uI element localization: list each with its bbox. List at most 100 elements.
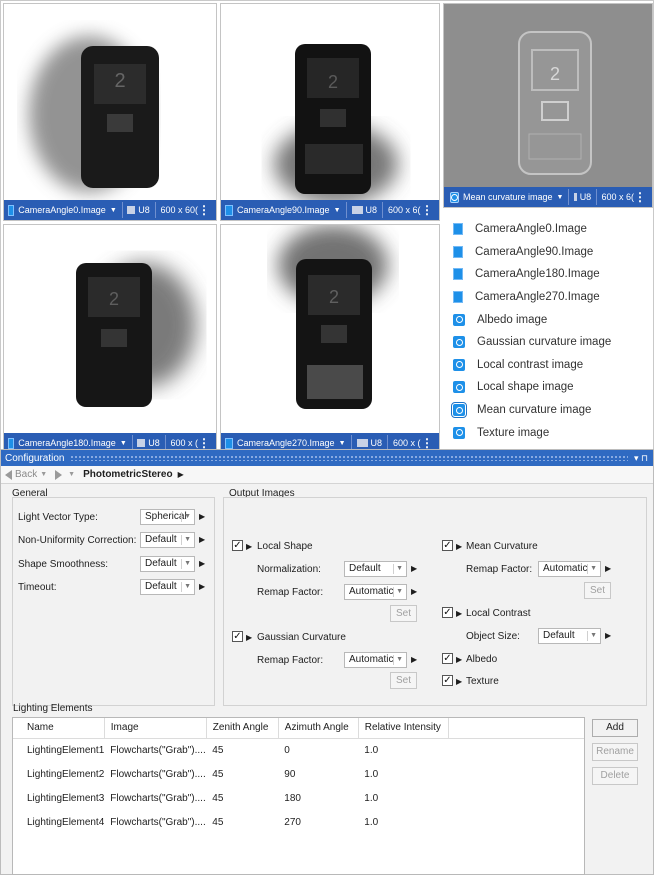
normalization-select[interactable]: Default ▼ (344, 561, 407, 577)
table-row[interactable]: LightingElement2 Flowcharts("Grab").... … (13, 762, 584, 786)
computed-image-icon (453, 313, 465, 326)
light-vector-type-select[interactable]: Spherical ▼ (140, 509, 195, 525)
more-options-icon[interactable]: ⋮ (198, 437, 210, 449)
list-item[interactable]: CameraAngle0.Image (441, 218, 653, 241)
pane-image-name[interactable]: CameraAngle90.Image (237, 205, 330, 215)
table-row[interactable]: LightingElement1 Flowcharts("Grab").... … (13, 738, 584, 762)
timeout-select[interactable]: Default ▼ (140, 579, 195, 595)
camera-image-icon (453, 268, 463, 281)
play-arrow-icon[interactable]: ▶ (178, 470, 184, 479)
computed-image-icon (450, 191, 459, 203)
chevron-down-icon[interactable]: ▼ (557, 194, 564, 201)
local-shape-set-button[interactable]: Set (390, 605, 417, 622)
local-shape-remap-factor-select[interactable]: Automatic ▼ (344, 584, 407, 600)
local-contrast-checkbox[interactable]: ✓ (442, 607, 453, 618)
image-pane-camera270[interactable]: 2 CameraAngle270.Image ▼ U8 600 x ( ⋮ (220, 224, 440, 454)
more-options-icon[interactable]: ⋮ (634, 191, 646, 203)
play-arrow-icon[interactable]: ▶ (411, 564, 417, 573)
play-arrow-icon[interactable]: ▶ (199, 535, 205, 544)
table-row[interactable]: LightingElement4 Flowcharts("Grab").... … (13, 810, 584, 834)
more-options-icon[interactable]: ⋮ (421, 204, 433, 216)
list-item[interactable]: Local contrast image (441, 354, 653, 377)
table-row[interactable]: LightingElement3 Flowcharts("Grab").... … (13, 786, 584, 810)
list-item[interactable]: Texture image (441, 421, 653, 444)
image-pane-camera180[interactable]: 2 CameraAngle180.Image ▼ U8 600 x ( ⋮ (3, 224, 217, 454)
chevron-down-icon: ▼ (590, 565, 597, 572)
camera0-image: 2 (29, 36, 159, 192)
chevron-down-icon[interactable]: ▼ (40, 471, 47, 478)
list-item[interactable]: CameraAngle180.Image (441, 263, 653, 286)
list-item[interactable]: CameraAngle90.Image (441, 241, 653, 264)
forward-button[interactable] (55, 469, 63, 480)
play-arrow-icon[interactable]: ▶ (411, 587, 417, 596)
pane-image-name[interactable]: Mean curvature image (463, 192, 553, 202)
list-item[interactable]: Local shape image (441, 376, 653, 399)
pane-image-size: 600 x ( (393, 438, 421, 448)
camera-image-icon (225, 204, 233, 216)
camera180-image: 2 (76, 263, 196, 407)
gaussian-set-button[interactable]: Set (390, 672, 417, 689)
texture-checkbox[interactable]: ✓ (442, 675, 453, 686)
play-arrow-icon[interactable]: ▶ (605, 564, 611, 573)
pane-pixel-type: U8 (365, 205, 378, 215)
pane-image-name[interactable]: CameraAngle0.Image (18, 205, 106, 215)
play-arrow-icon[interactable]: ▶ (246, 633, 252, 642)
play-arrow-icon[interactable]: ▶ (199, 559, 205, 568)
local-shape-checkbox[interactable]: ✓ (232, 540, 243, 551)
chevron-down-icon[interactable]: ▼ (334, 207, 341, 214)
pane-image-size: 600 x 6( (601, 192, 634, 202)
camera-image-icon (8, 204, 15, 216)
play-arrow-icon[interactable]: ▶ (199, 512, 205, 521)
more-options-icon[interactable]: ⋮ (198, 204, 210, 216)
mean-curvature-checkbox[interactable]: ✓ (442, 540, 453, 551)
list-item[interactable]: Albedo image (441, 308, 653, 331)
column-header-image[interactable]: Image (104, 718, 207, 739)
list-item[interactable]: Gaussian curvature image (441, 331, 653, 354)
image-pane-mean-curvature[interactable]: 2 Mean curvature image ▼ U8 600 x 6( ⋮ (443, 3, 653, 208)
mean-remap-factor-select[interactable]: Automatic ▼ (538, 561, 601, 577)
back-button[interactable]: Back (5, 469, 37, 480)
more-options-icon[interactable]: ⋮ (421, 437, 433, 449)
shape-smoothness-select[interactable]: Default ▼ (140, 556, 195, 572)
chevron-down-icon[interactable]: ▼ (68, 471, 75, 478)
column-header-name[interactable]: Name (13, 718, 105, 739)
play-arrow-icon[interactable]: ▶ (456, 609, 462, 618)
non-uniformity-correction-select[interactable]: Default ▼ (140, 532, 195, 548)
image-pane-camera0[interactable]: 2 CameraAngle0.Image ▼ U8 600 x 60( ⋮ (3, 3, 217, 221)
chevron-down-icon: ▼ (184, 536, 191, 543)
delete-button[interactable]: Delete (592, 767, 638, 785)
column-header-azimuth[interactable]: Azimuth Angle (278, 718, 359, 739)
breadcrumb[interactable]: PhotometricStereo (83, 469, 172, 480)
play-arrow-icon[interactable]: ▶ (456, 655, 462, 664)
list-item-selected[interactable]: Mean curvature image (441, 399, 653, 422)
chevron-down-icon[interactable]: ▼ (120, 440, 127, 447)
image-pane-camera90[interactable]: 2 CameraAngle90.Image ▼ U8 600 x 6( ⋮ (220, 3, 440, 221)
object-size-select[interactable]: Default ▼ (538, 628, 601, 644)
play-arrow-icon[interactable]: ▶ (199, 582, 205, 591)
configuration-title-bar: Configuration ▾ ⊓ (1, 450, 653, 466)
add-button[interactable]: Add (592, 719, 638, 737)
pane-image-name[interactable]: CameraAngle180.Image (18, 438, 116, 448)
column-header-intensity[interactable]: Relative Intensity (358, 718, 449, 739)
local-contrast-label: Local Contrast (466, 608, 531, 619)
panel-window-controls[interactable]: ▾ ⊓ (634, 453, 648, 464)
gaussian-remap-factor-select[interactable]: Automatic ▼ (344, 652, 407, 668)
general-group (12, 497, 215, 706)
computed-image-icon (453, 336, 465, 349)
play-arrow-icon[interactable]: ▶ (456, 677, 462, 686)
column-header-zenith[interactable]: Zenith Angle (206, 718, 279, 739)
local-shape-label: Local Shape (257, 541, 313, 552)
chevron-down-icon[interactable]: ▼ (339, 440, 346, 447)
rename-button[interactable]: Rename (592, 743, 638, 761)
play-arrow-icon[interactable]: ▶ (456, 542, 462, 551)
play-arrow-icon[interactable]: ▶ (411, 655, 417, 664)
list-item[interactable]: CameraAngle270.Image (441, 286, 653, 309)
cell-image: Flowcharts("Grab").... (110, 816, 206, 828)
pane-image-name[interactable]: CameraAngle270.Image (237, 438, 335, 448)
gaussian-curvature-checkbox[interactable]: ✓ (232, 631, 243, 642)
mean-set-button[interactable]: Set (584, 582, 611, 599)
play-arrow-icon[interactable]: ▶ (246, 542, 252, 551)
play-arrow-icon[interactable]: ▶ (605, 631, 611, 640)
chevron-down-icon[interactable]: ▼ (110, 207, 117, 214)
albedo-checkbox[interactable]: ✓ (442, 653, 453, 664)
